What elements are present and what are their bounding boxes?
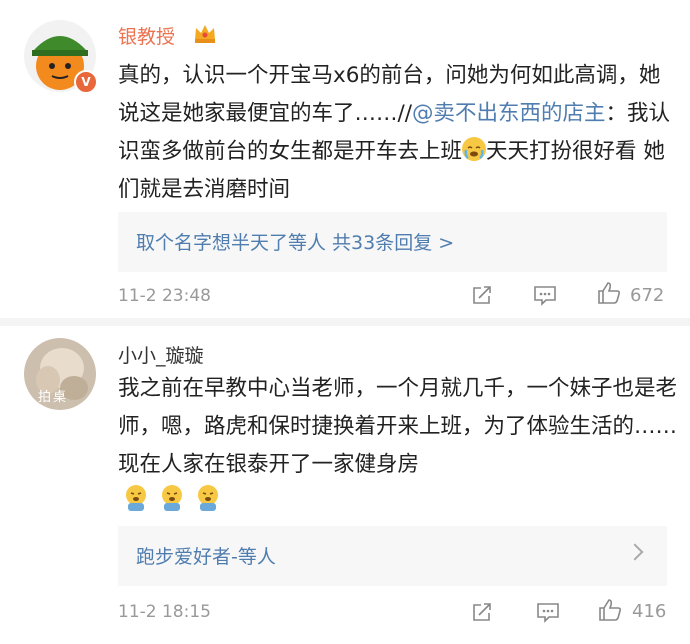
share-icon[interactable] (470, 283, 494, 307)
cry-emoji-icon (126, 485, 146, 511)
comment-item: 拍桌 小小_璇璇 我之前在早教中心当老师，一个月就几千，一个妹子也是老师，嗯，路… (0, 318, 690, 644)
reply-summary[interactable]: 跑步爱好者-等人 (118, 526, 667, 586)
author-name[interactable]: 银教授 (118, 22, 175, 49)
mention-link[interactable]: @卖不出东西的店主 (412, 101, 606, 126)
share-icon[interactable] (470, 600, 494, 624)
comment-text: 我之前在早教中心当老师，一个月就几千，一个妹子也是老师，嗯，路虎和保时捷换着开来… (118, 376, 678, 477)
like-icon[interactable] (596, 280, 622, 306)
chevron-right-icon (626, 543, 644, 561)
timestamp: 11-2 23:48 (118, 286, 211, 306)
emoji-row (122, 483, 232, 517)
like-icon[interactable] (597, 597, 623, 623)
cry-emoji-icon (162, 485, 182, 511)
comment-text: 真的，认识一个开宝马x6的前台，问她为何如此高调，她说这是她家最便宜的车了……/… (118, 63, 671, 202)
reply-summary-text[interactable]: 跑步爱好者-等人 (136, 542, 276, 569)
author-name[interactable]: 小小_璇璇 (118, 341, 204, 368)
timestamp: 11-2 18:15 (118, 602, 211, 622)
comment-item: V 银教授 真的，认识一个开宝马x6的前台，问她为何如此高调，她说这是她家最便宜… (0, 0, 690, 318)
comment-icon[interactable] (535, 600, 561, 624)
avatar-caption: 拍桌 (38, 390, 69, 405)
comment-icon[interactable] (532, 283, 558, 307)
cry-emoji-icon (462, 137, 487, 161)
verified-badge: V (74, 70, 98, 94)
like-count: 416 (632, 601, 667, 622)
reply-summary[interactable]: 取个名字想半天了等人 共33条回复 > (118, 212, 667, 272)
cry-emoji-icon (198, 485, 218, 511)
like-count: 672 (630, 285, 665, 306)
reply-summary-text[interactable]: 取个名字想半天了等人 共33条回复 > (136, 228, 454, 255)
crown-icon (195, 25, 215, 43)
